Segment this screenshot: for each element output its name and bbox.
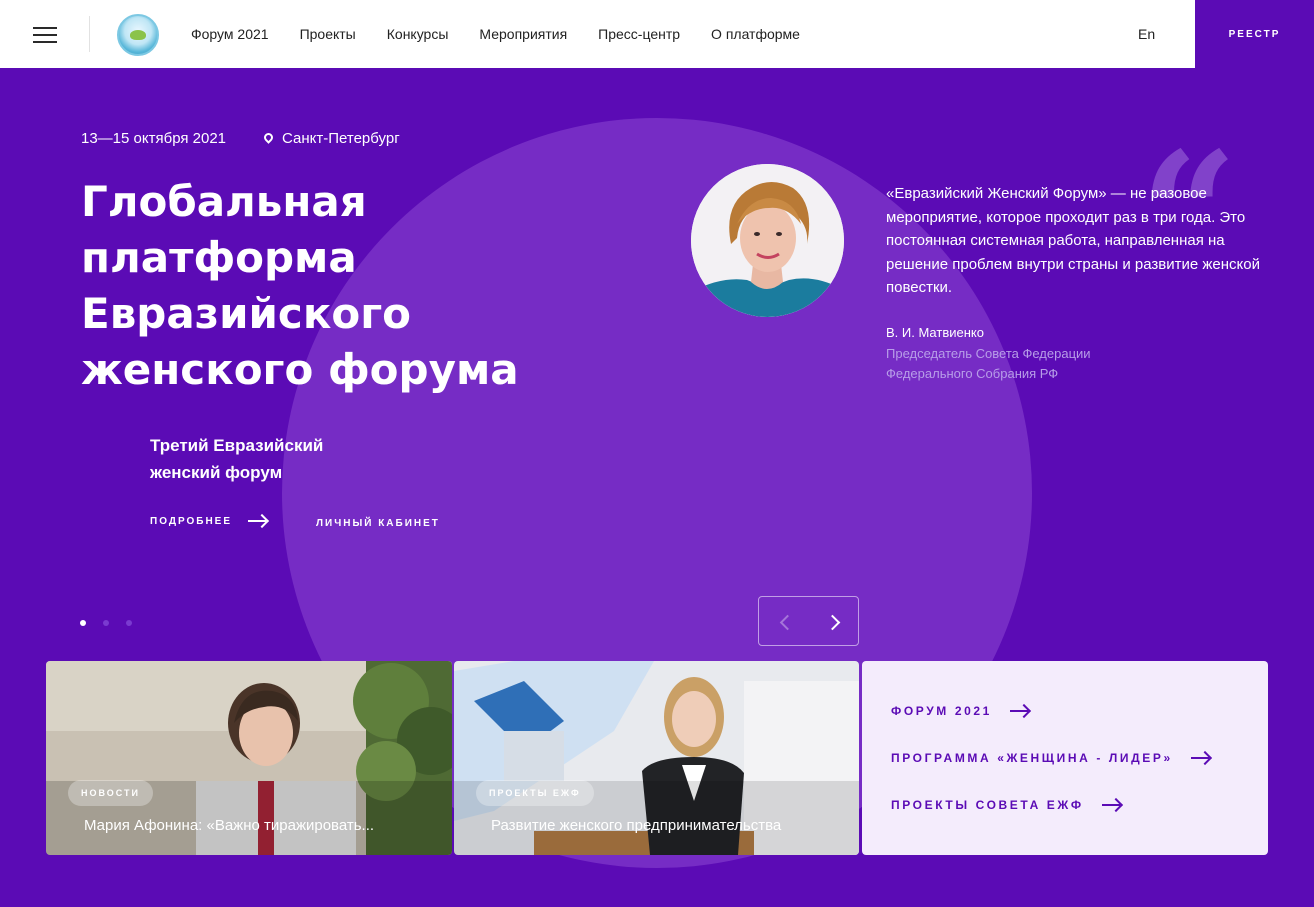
chevron-right-icon[interactable] <box>827 615 839 627</box>
personal-cabinet-link[interactable]: ЛИЧНЫЙ КАБИНЕТ <box>316 518 440 529</box>
event-dates: 13—15 октября 2021 <box>81 130 227 147</box>
menu-icon[interactable] <box>33 27 57 43</box>
slider-dots <box>80 620 149 626</box>
quick-link-label: ПРОЕКТЫ СОВЕТА ЕЖФ <box>891 798 1084 812</box>
arrow-right-icon <box>1101 798 1122 812</box>
quick-link-leader-program[interactable]: ПРОГРАММА «ЖЕНЩИНА - ЛИДЕР» <box>891 751 1211 765</box>
news-card[interactable]: НОВОСТИ Мария Афонина: «Важно тиражирова… <box>46 661 452 855</box>
quote-author-role: Председатель Совета Федерации Федерально… <box>886 346 1091 381</box>
hero-subtitle: Третий Евразийский женский форум <box>150 436 324 482</box>
quick-link-council-projects[interactable]: ПРОЕКТЫ СОВЕТА ЕЖФ <box>891 798 1122 812</box>
slider-controls <box>758 596 859 646</box>
event-city: Санкт-Петербург <box>282 130 400 147</box>
location-pin-icon <box>264 133 273 145</box>
more-link[interactable]: ПОДРОБНЕЕ <box>150 514 268 528</box>
main-nav: Форум 2021 Проекты Конкурсы Мероприятия … <box>191 0 831 68</box>
registry-button[interactable]: РЕЕСТР <box>1195 0 1314 68</box>
nav-events[interactable]: Мероприятия <box>479 26 567 42</box>
news-badge: НОВОСТИ <box>68 780 154 806</box>
language-switch[interactable]: En <box>1138 26 1155 42</box>
slider-dot-3[interactable] <box>126 620 132 626</box>
arrow-right-icon <box>1009 704 1030 718</box>
quick-link-forum-2021[interactable]: ФОРУМ 2021 <box>891 704 1030 718</box>
hero-title: Глобальная платформа Евразийского женско… <box>81 177 519 394</box>
nav-press-center[interactable]: Пресс-центр <box>598 26 680 42</box>
nav-forum-2021[interactable]: Форум 2021 <box>191 26 269 42</box>
quick-link-label: ПРОГРАММА «ЖЕНЩИНА - ЛИДЕР» <box>891 751 1173 765</box>
chevron-left-icon[interactable] <box>779 615 791 627</box>
nav-about-platform[interactable]: О платформе <box>711 26 800 42</box>
nav-contests[interactable]: Конкурсы <box>387 26 449 42</box>
speaker-portrait <box>691 164 844 317</box>
project-badge: ПРОЕКТЫ ЕЖФ <box>476 780 594 806</box>
slider-dot-2[interactable] <box>103 620 109 626</box>
header-divider <box>89 16 90 52</box>
quick-links-panel: ФОРУМ 2021 ПРОГРАММА «ЖЕНЩИНА - ЛИДЕР» П… <box>862 661 1268 855</box>
project-card-title: Развитие женского предпринимательства <box>491 817 782 834</box>
arrow-right-icon <box>248 514 268 528</box>
slider-dot-1[interactable] <box>80 620 86 626</box>
quote-author: В. И. Матвиенко <box>886 325 984 340</box>
arrow-right-icon <box>1190 751 1211 765</box>
top-header: Форум 2021 Проекты Конкурсы Мероприятия … <box>0 0 1314 68</box>
event-meta: 13—15 октября 2021 Санкт-Петербург <box>81 130 400 147</box>
project-card[interactable]: ПРОЕКТЫ ЕЖФ Развитие женского предприним… <box>454 661 859 855</box>
nav-projects[interactable]: Проекты <box>300 26 356 42</box>
logo[interactable] <box>117 14 159 56</box>
quote-text: «Евразийский Женский Форум» — не разовое… <box>886 185 1260 296</box>
quick-link-label: ФОРУМ 2021 <box>891 704 992 718</box>
more-link-label: ПОДРОБНЕЕ <box>150 515 233 527</box>
news-card-title: Мария Афонина: «Важно тиражировать... <box>84 817 375 834</box>
